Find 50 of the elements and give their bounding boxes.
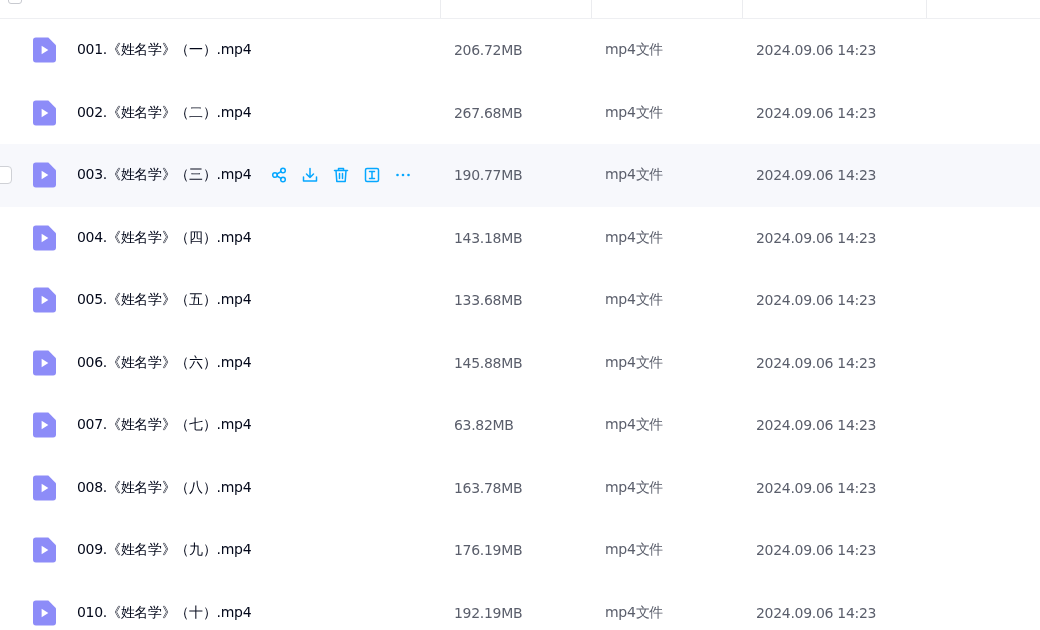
file-row[interactable]: 004.《姓名学》（四）.mp4 143.18MB mp4文件 2024.09.06 14:23	[0, 206, 1040, 269]
file-size: 176.19MB	[454, 542, 523, 559]
file-type: mp4文件	[605, 291, 663, 310]
file-row[interactable]: 005.《姓名学》（五）.mp4 133.68MB mp4文件 2024.09.06 14:23	[0, 269, 1040, 332]
file-type: mp4文件	[605, 478, 663, 497]
file-size: 206.72MB	[454, 42, 523, 59]
file-name[interactable]: 007.《姓名学》（七）.mp4	[77, 416, 252, 435]
modified-date: 2024.09.06 14:23	[756, 542, 877, 559]
file-type: mp4文件	[605, 103, 663, 122]
file-row[interactable]: 003.《姓名学》（三）.mp4 190.77MB mp4文件 2024.09.06 14:23	[0, 144, 1040, 207]
file-name[interactable]: 006.《姓名学》（六）.mp4	[77, 353, 252, 372]
file-row[interactable]: 008.《姓名学》（八）.mp4 163.78MB mp4文件 2024.09.06 14:23	[0, 456, 1040, 519]
file-type: mp4文件	[605, 41, 663, 60]
modified-date: 2024.09.06 14:23	[756, 417, 877, 434]
modified-date: 2024.09.06 14:23	[756, 292, 877, 309]
file-size: 133.68MB	[454, 292, 523, 309]
file-name[interactable]: 005.《姓名学》（五）.mp4	[77, 291, 252, 310]
file-row[interactable]: 006.《姓名学》（六）.mp4 145.88MB mp4文件 2024.09.06 14:23	[0, 331, 1040, 394]
file-type: mp4文件	[605, 416, 663, 435]
file-row[interactable]: 009.《姓名学》（九）.mp4 176.19MB mp4文件 2024.09.06 14:23	[0, 519, 1040, 582]
file-name[interactable]: 010.《姓名学》（十）.mp4	[77, 603, 252, 622]
file-type: mp4文件	[605, 166, 663, 185]
modified-date: 2024.09.06 14:23	[756, 104, 877, 121]
modified-date: 2024.09.06 14:23	[756, 604, 877, 621]
file-type: mp4文件	[605, 228, 663, 247]
file-size: 145.88MB	[454, 354, 523, 371]
modified-date: 2024.09.06 14:23	[756, 229, 877, 246]
file-type: mp4文件	[605, 603, 663, 622]
file-name[interactable]: 001.《姓名学》（一）.mp4	[77, 41, 252, 60]
file-type: mp4文件	[605, 541, 663, 560]
file-row[interactable]: 002.《姓名学》（二）.mp4 267.68MB mp4文件 2024.09.06 14:23	[0, 81, 1040, 144]
file-size: 163.78MB	[454, 479, 523, 496]
file-name[interactable]: 002.《姓名学》（二）.mp4	[77, 103, 252, 122]
file-row[interactable]: 007.《姓名学》（七）.mp4 63.82MB mp4文件 2024.09.06 14:23	[0, 394, 1040, 457]
file-name[interactable]: 008.《姓名学》（八）.mp4	[77, 478, 252, 497]
modified-date: 2024.09.06 14:23	[756, 479, 877, 496]
file-row[interactable]: 001.《姓名学》（一）.mp4 206.72MB mp4文件 2024.09.06 14:23	[0, 19, 1040, 82]
file-row[interactable]: 010.《姓名学》（十）.mp4 192.19MB mp4文件 2024.09.06 14:23	[0, 581, 1040, 630]
file-type: mp4文件	[605, 353, 663, 372]
file-size: 143.18MB	[454, 229, 523, 246]
file-name[interactable]: 009.《姓名学》（九）.mp4	[77, 541, 252, 560]
file-size: 192.19MB	[454, 604, 523, 621]
file-size: 63.82MB	[454, 417, 514, 434]
file-size: 190.77MB	[454, 167, 523, 184]
modified-date: 2024.09.06 14:23	[756, 354, 877, 371]
modified-date: 2024.09.06 14:23	[756, 42, 877, 59]
file-name[interactable]: 003.《姓名学》（三）.mp4	[77, 166, 252, 185]
file-size: 267.68MB	[454, 104, 523, 121]
modified-date: 2024.09.06 14:23	[756, 167, 877, 184]
file-name[interactable]: 004.《姓名学》（四）.mp4	[77, 228, 252, 247]
